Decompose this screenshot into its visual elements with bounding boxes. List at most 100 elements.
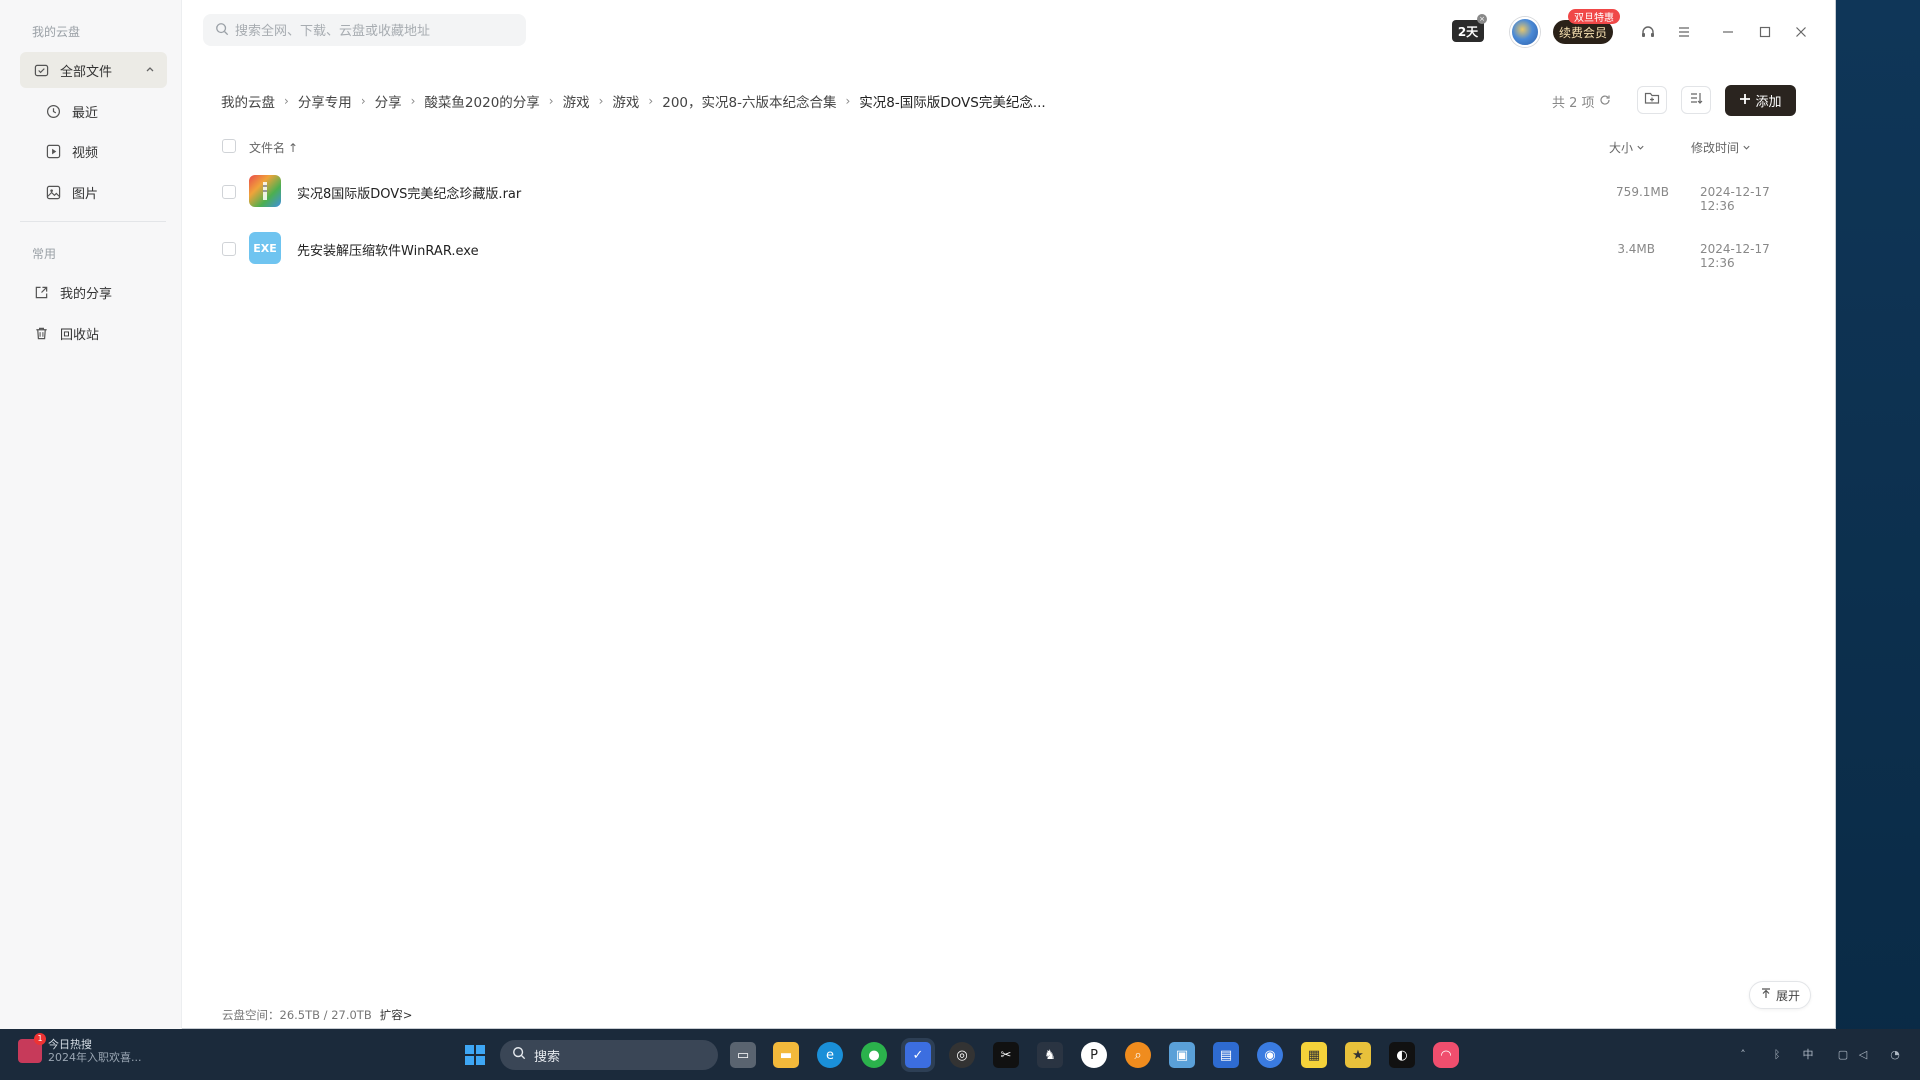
capcut-icon[interactable]: ✂ — [993, 1042, 1019, 1068]
sort-view-button[interactable] — [1681, 86, 1711, 114]
qq-icon[interactable]: ◐ — [1389, 1042, 1415, 1068]
expand-label: 展开 — [1775, 988, 1800, 1003]
item-count: 共 2 项 — [1552, 92, 1611, 111]
close-icon[interactable] — [1789, 20, 1813, 44]
notes-icon[interactable]: ▦ — [1301, 1042, 1327, 1068]
column-header-size[interactable]: 大小 — [1609, 139, 1645, 156]
network-icon[interactable]: ▢ — [1836, 1047, 1850, 1061]
table-row[interactable]: EXE 先安装解压缩软件WinRAR.exe 3.4MB 2024-12-17 … — [214, 223, 1804, 275]
file-name[interactable]: 先安装解压缩软件WinRAR.exe — [297, 240, 479, 259]
column-header-name[interactable]: 文件名 ↑ — [249, 139, 298, 156]
headset-icon[interactable] — [1636, 20, 1660, 44]
chevron-right-icon: › — [410, 94, 416, 108]
search-box[interactable] — [203, 14, 526, 46]
trash-icon — [32, 324, 50, 342]
maximize-icon[interactable] — [1753, 20, 1777, 44]
breadcrumb-item[interactable]: 200，实况8-六版本纪念合集 — [662, 91, 836, 111]
image-icon — [44, 183, 62, 201]
sidebar-item-my-share[interactable]: 我的分享 — [20, 274, 167, 310]
sidebar-item-image[interactable]: 图片 — [40, 174, 167, 210]
game-icon[interactable]: ♞ — [1037, 1042, 1063, 1068]
expand-storage-link[interactable]: 扩容> — [380, 1007, 413, 1023]
sidebar-item-label: 全部文件 — [60, 64, 113, 80]
news-widget[interactable]: 1 今日热搜 2024年入职欢喜... — [18, 1033, 142, 1064]
expand-panel-button[interactable]: 展开 — [1749, 981, 1811, 1009]
app-window: 我的云盘 全部文件 最近 视频 图片 常用 我的分享 回收站 搜索全网、下载、云… — [0, 0, 1836, 1029]
sidebar-divider — [20, 221, 166, 222]
sidebar-item-all-files[interactable]: 全部文件 — [20, 52, 167, 88]
sidebar-item-recent[interactable]: 最近 — [40, 93, 167, 129]
file-date: 2024-12-17 12:36 — [1700, 185, 1770, 213]
breadcrumb-item[interactable]: 酸菜鱼2020的分享 — [424, 91, 539, 111]
star-icon[interactable]: ★ — [1345, 1042, 1371, 1068]
input-method-icon[interactable]: 中 — [1801, 1047, 1815, 1061]
chevron-down-icon — [1636, 141, 1645, 155]
column-header-label: 大小 — [1609, 141, 1634, 155]
cloud-drive-app-icon[interactable]: ✓ — [905, 1042, 931, 1068]
taskbar-search[interactable]: 搜索 — [500, 1040, 718, 1070]
app-icon[interactable]: ◎ — [949, 1042, 975, 1068]
chevron-right-icon: › — [845, 94, 851, 108]
windows-start-icon[interactable] — [462, 1042, 488, 1068]
edge-browser-icon[interactable]: e — [817, 1042, 843, 1068]
chevron-right-icon: › — [598, 94, 604, 108]
breadcrumb-item[interactable]: 游戏 — [563, 91, 590, 111]
close-badge-icon[interactable]: × — [1477, 14, 1487, 24]
news-title: 今日热搜 — [48, 1038, 92, 1051]
new-folder-button[interactable] — [1637, 86, 1667, 114]
refresh-icon[interactable] — [1599, 94, 1611, 110]
sidebar: 我的云盘 全部文件 最近 视频 图片 常用 我的分享 回收站 — [0, 0, 182, 1029]
news-subtitle: 2024年入职欢喜... — [48, 1051, 142, 1064]
select-all-checkbox[interactable] — [222, 139, 236, 153]
breadcrumb-item[interactable]: 游戏 — [612, 91, 639, 111]
notification-icon[interactable]: ◔ — [1888, 1047, 1902, 1061]
store-icon[interactable]: ▤ — [1213, 1042, 1239, 1068]
sidebar-item-recycle-bin[interactable]: 回收站 — [20, 315, 167, 351]
search-input[interactable] — [235, 22, 515, 38]
sidebar-item-video[interactable]: 视频 — [40, 133, 167, 169]
chevron-right-icon: › — [360, 94, 366, 108]
menu-icon[interactable] — [1672, 20, 1696, 44]
breadcrumb-item[interactable]: 我的云盘 — [221, 91, 275, 111]
search-icon — [215, 21, 229, 40]
rar-file-icon — [249, 175, 281, 207]
news-icon: 1 — [18, 1033, 46, 1063]
sidebar-section-title: 我的云盘 — [32, 25, 81, 39]
storage-info: 云盘空间：26.5TB / 27.0TB 扩容> — [222, 1007, 412, 1023]
file-size: 3.4MB — [1617, 242, 1655, 256]
column-header-label: 修改时间 — [1691, 141, 1740, 155]
volume-icon[interactable]: ◁ — [1856, 1047, 1870, 1061]
breadcrumb: 我的云盘 › 分享专用 › 分享 › 酸菜鱼2020的分享 › 游戏 › 游戏 … — [221, 90, 1046, 112]
table-row[interactable]: 实况8国际版DOVS完美纪念珍藏版.rar 759.1MB 2024-12-17… — [214, 166, 1804, 218]
music-app-icon[interactable]: ◠ — [1433, 1042, 1459, 1068]
breadcrumb-current[interactable]: 实况8-国际版DOVS完美纪念... — [859, 91, 1045, 111]
row-checkbox[interactable] — [222, 185, 236, 199]
file-explorer-icon[interactable]: ▬ — [773, 1042, 799, 1068]
exe-file-type: EXE — [253, 241, 277, 255]
remote-desktop-icon[interactable]: ▣ — [1169, 1042, 1195, 1068]
sidebar-item-label: 图片 — [72, 186, 99, 202]
chevron-down-icon — [1742, 141, 1751, 155]
file-size: 759.1MB — [1616, 185, 1669, 199]
file-name[interactable]: 实况8国际版DOVS完美纪念珍藏版.rar — [297, 183, 521, 202]
add-button[interactable]: 添加 — [1725, 85, 1796, 116]
exe-file-icon: EXE — [249, 232, 281, 264]
chevron-up-icon[interactable]: ˄ — [1736, 1047, 1750, 1061]
chevron-up-icon[interactable] — [145, 64, 155, 77]
column-header-label: 文件名 — [249, 141, 286, 155]
folder-icon — [32, 61, 50, 79]
app-p-icon[interactable]: P — [1081, 1042, 1107, 1068]
taskbar-search-label: 搜索 — [534, 1049, 561, 1065]
breadcrumb-item[interactable]: 分享专用 — [298, 91, 352, 111]
row-checkbox[interactable] — [222, 242, 236, 256]
share-icon — [32, 283, 50, 301]
minimize-icon[interactable] — [1716, 20, 1740, 44]
search-app-icon[interactable]: ⌕ — [1125, 1042, 1151, 1068]
browser-icon[interactable]: ◉ — [1257, 1042, 1283, 1068]
breadcrumb-item[interactable]: 分享 — [375, 91, 402, 111]
task-view-icon[interactable]: ▭ — [730, 1042, 756, 1068]
wechat-icon[interactable]: ● — [861, 1042, 887, 1068]
column-header-date[interactable]: 修改时间 — [1691, 139, 1751, 156]
bluetooth-icon[interactable]: ᛒ — [1770, 1047, 1784, 1061]
avatar[interactable] — [1510, 17, 1540, 47]
